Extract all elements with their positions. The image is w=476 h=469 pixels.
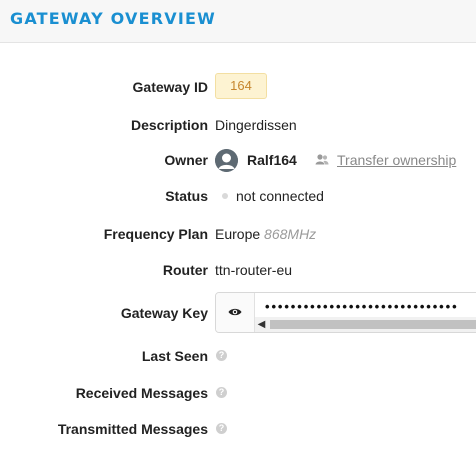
owner-name: Ralf164	[247, 152, 297, 168]
scrollbar-thumb[interactable]	[270, 320, 476, 329]
gateway-key-scrollbar[interactable]: ◀	[255, 317, 476, 332]
gateway-key-field[interactable]: •••••••••••••••••••••••••••••• ◀	[215, 292, 476, 333]
gateway-id-badge: 164	[215, 73, 267, 99]
user-avatar-icon	[215, 149, 238, 172]
gateway-key-masked: ••••••••••••••••••••••••••••••	[265, 299, 459, 314]
gateway-key-label: Gateway Key	[120, 305, 208, 321]
frequency-plan-region: Europe	[215, 226, 261, 242]
frequency-plan-value: Europe 868MHz	[215, 226, 316, 242]
transfer-ownership-link[interactable]: Transfer ownership	[337, 152, 456, 168]
eye-icon	[228, 308, 242, 316]
owner-label: Owner	[164, 152, 208, 168]
show-key-toggle[interactable]	[216, 293, 255, 332]
users-icon	[315, 153, 329, 166]
frequency-plan-label: Frequency Plan	[103, 226, 208, 242]
help-icon[interactable]: ?	[216, 350, 227, 361]
last-seen-label: Last Seen	[141, 348, 208, 364]
router-value: ttn-router-eu	[215, 262, 293, 278]
description-value: Dingerdissen	[215, 117, 297, 133]
gateway-id-label: Gateway ID	[132, 79, 208, 95]
description-label: Description	[130, 117, 208, 133]
help-icon[interactable]: ?	[216, 423, 227, 434]
status-value: not connected	[236, 188, 324, 204]
received-messages-label: Received Messages	[75, 385, 208, 401]
frequency-plan-unit: 868MHz	[264, 226, 317, 242]
router-label: Router	[162, 262, 208, 278]
page-title: GATEWAY OVERVIEW	[10, 9, 216, 28]
help-icon[interactable]: ?	[216, 387, 227, 398]
scroll-left-arrow-icon[interactable]: ◀	[255, 317, 268, 332]
page-header: GATEWAY OVERVIEW	[0, 0, 476, 43]
transmitted-messages-label: Transmitted Messages	[57, 421, 208, 437]
status-label: Status	[165, 188, 208, 204]
status-indicator-dot	[222, 193, 228, 199]
